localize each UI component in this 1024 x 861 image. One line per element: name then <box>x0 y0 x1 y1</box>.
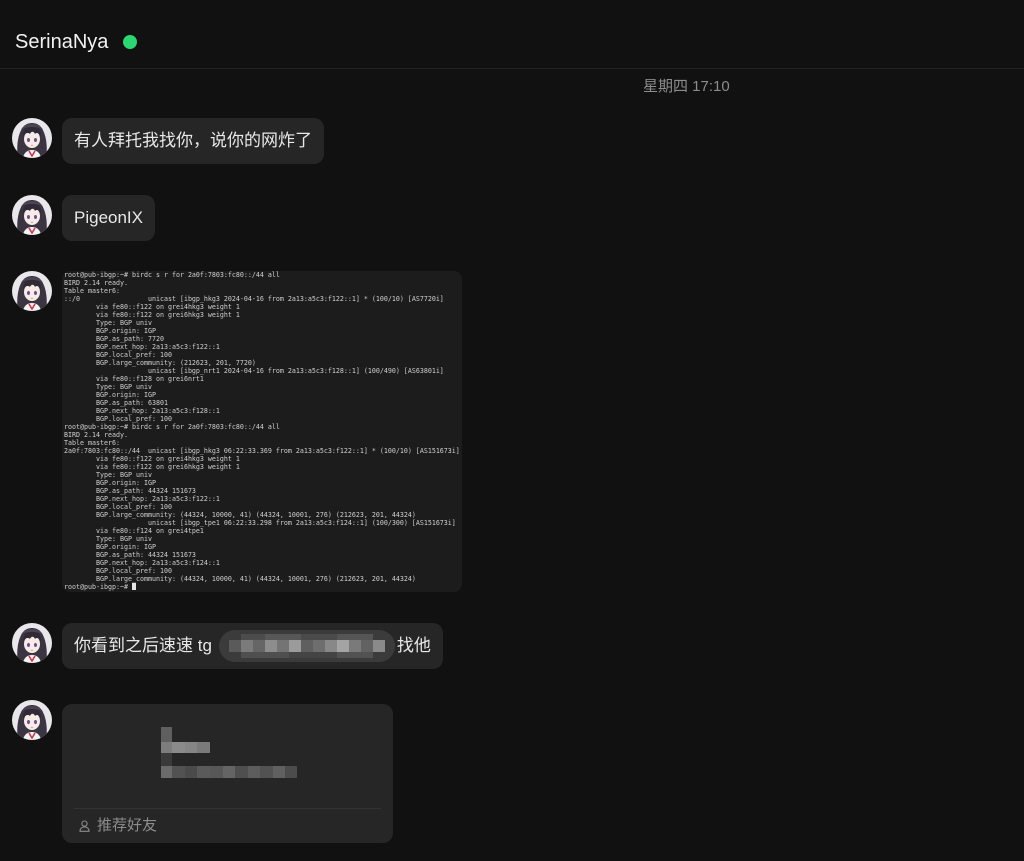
terminal-line: BGP.origin: IGP <box>64 327 156 335</box>
terminal-line: BGP.large_community: (44324, 10000, 41) … <box>64 575 416 583</box>
terminal-line: unicast [ibgp_tpe1 06:22:33.298 from 2a1… <box>64 519 456 527</box>
terminal-line: Type: BGP univ <box>64 319 152 327</box>
terminal-line: BGP.large_community: (44324, 10000, 41) … <box>64 511 416 519</box>
terminal-line: via fe80::f124 on grei4tpe1 <box>64 527 204 535</box>
contact-name[interactable]: SerinaNya <box>15 29 108 55</box>
avatar-image <box>12 195 52 235</box>
terminal-line: root@pub-ibgp:~# <box>64 583 462 591</box>
terminal-line: BGP.local_pref: 100 <box>64 415 172 423</box>
terminal-line: BIRD 2.14 ready. <box>64 431 128 439</box>
avatar-image <box>12 623 52 663</box>
terminal-line: via fe80::f122 on grei6hkg3 weight 1 <box>64 311 240 319</box>
avatar[interactable] <box>12 195 52 235</box>
card-footer-label: 推荐好友 <box>97 817 158 834</box>
message-bubble[interactable]: PigeonIX <box>62 195 155 241</box>
terminal-line: BGP.local_pref: 100 <box>64 567 172 575</box>
terminal-line: BGP.next_hop: 2a13:a5c3:f124::1 <box>64 559 220 567</box>
terminal-line: via fe80::f122 on grei4hkg3 weight 1 <box>64 303 240 311</box>
online-dot-icon <box>123 35 138 49</box>
terminal-line: BGP.next_hop: 2a13:a5c3:f128::1 <box>64 407 220 415</box>
terminal-line: root@pub-ibgp:~# birdc s r for 2a0f:7803… <box>64 271 280 279</box>
redacted-mosaic <box>161 742 210 753</box>
terminal-line: BGP.large_community: (212623, 201, 7720) <box>64 359 256 367</box>
contact-card[interactable]: 推荐好友 <box>62 704 393 843</box>
message-row: PigeonIX <box>12 195 155 241</box>
terminal-line: ::/0 unicast [ibgp_hkg3 2024-04-16 from … <box>64 295 444 303</box>
terminal-line: BGP.next_hop: 2a13:a5c3:f122::1 <box>64 495 220 503</box>
message-text: 找他 <box>396 636 431 655</box>
terminal-line: BGP.as_path: 63801 <box>64 399 168 407</box>
message-row: 你看到之后速速 tg 找他 <box>12 623 443 669</box>
avatar-image <box>12 271 52 311</box>
terminal-line: via fe80::f122 on grei4hkg3 weight 1 <box>64 455 240 463</box>
message-row: 推荐好友 <box>12 700 393 843</box>
message-text: 你看到之后速速 tg <box>74 636 212 655</box>
terminal-line: via fe80::f128 on grei6nrt1 <box>64 375 204 383</box>
message-bubble[interactable]: 你看到之后速速 tg 找他 <box>62 623 443 669</box>
message-row: 有人拜托我找你，说你的网炸了 <box>12 118 324 164</box>
card-footer: 推荐好友 <box>79 816 157 836</box>
avatar-image <box>12 700 52 740</box>
avatar-image <box>12 118 52 158</box>
redacted-mosaic <box>161 766 297 778</box>
message-text: PigeonIX <box>74 208 143 227</box>
terminal-line: Table master6: <box>64 287 120 295</box>
terminal-line: BGP.local_pref: 100 <box>64 351 172 359</box>
terminal-line: BGP.as_path: 44324 151673 <box>64 487 196 495</box>
terminal-line: unicast [ibgp_nrt1 2024-04-16 from 2a13:… <box>64 367 444 375</box>
message-row: root@pub-ibgp:~# birdc s r for 2a0f:7803… <box>12 271 462 592</box>
terminal-line: BIRD 2.14 ready. <box>64 279 128 287</box>
message-list[interactable]: 星期四 17:10 有人拜托我找你，说你的网炸了 PigeonIX root@p… <box>0 69 1024 861</box>
terminal-line: BGP.origin: IGP <box>64 479 156 487</box>
terminal-line: Table master6: <box>64 439 120 447</box>
terminal-line: BGP.as_path: 44324 151673 <box>64 551 196 559</box>
terminal-line: Type: BGP univ <box>64 383 152 391</box>
image-message[interactable]: root@pub-ibgp:~# birdc s r for 2a0f:7803… <box>62 271 462 592</box>
terminal-line: BGP.origin: IGP <box>64 543 156 551</box>
avatar[interactable] <box>12 118 52 158</box>
redacted-mosaic <box>161 727 172 742</box>
terminal-line: 2a0f:7803:fc80::/44 unicast [ibgp_hkg3 0… <box>64 447 460 455</box>
redacted-mosaic <box>161 753 172 766</box>
terminal-line: BGP.as_path: 7720 <box>64 335 164 343</box>
terminal-line: via fe80::f122 on grei6hkg3 weight 1 <box>64 463 240 471</box>
avatar[interactable] <box>12 700 52 740</box>
terminal-line: BGP.origin: IGP <box>64 391 156 399</box>
terminal-line: root@pub-ibgp:~# birdc s r for 2a0f:7803… <box>64 423 280 431</box>
header-row: SerinaNya <box>15 29 138 55</box>
message-bubble[interactable]: 有人拜托我找你，说你的网炸了 <box>62 118 324 164</box>
message-text: 有人拜托我找你，说你的网炸了 <box>74 131 312 150</box>
redacted-mosaic <box>218 630 395 662</box>
terminal-cursor <box>131 583 136 590</box>
chat-header: SerinaNya <box>0 0 1024 69</box>
terminal-line: BGP.local_pref: 100 <box>64 503 172 511</box>
card-divider <box>74 808 381 809</box>
terminal-line: Type: BGP univ <box>64 535 152 543</box>
terminal-line: Type: BGP univ <box>64 471 152 479</box>
message-timestamp: 星期四 17:10 <box>643 78 730 95</box>
person-icon <box>79 820 90 832</box>
terminal-line: BGP.next_hop: 2a13:a5c3:f122::1 <box>64 343 220 351</box>
terminal-output: root@pub-ibgp:~# birdc s r for 2a0f:7803… <box>64 271 462 591</box>
avatar[interactable] <box>12 271 52 311</box>
avatar[interactable] <box>12 623 52 663</box>
